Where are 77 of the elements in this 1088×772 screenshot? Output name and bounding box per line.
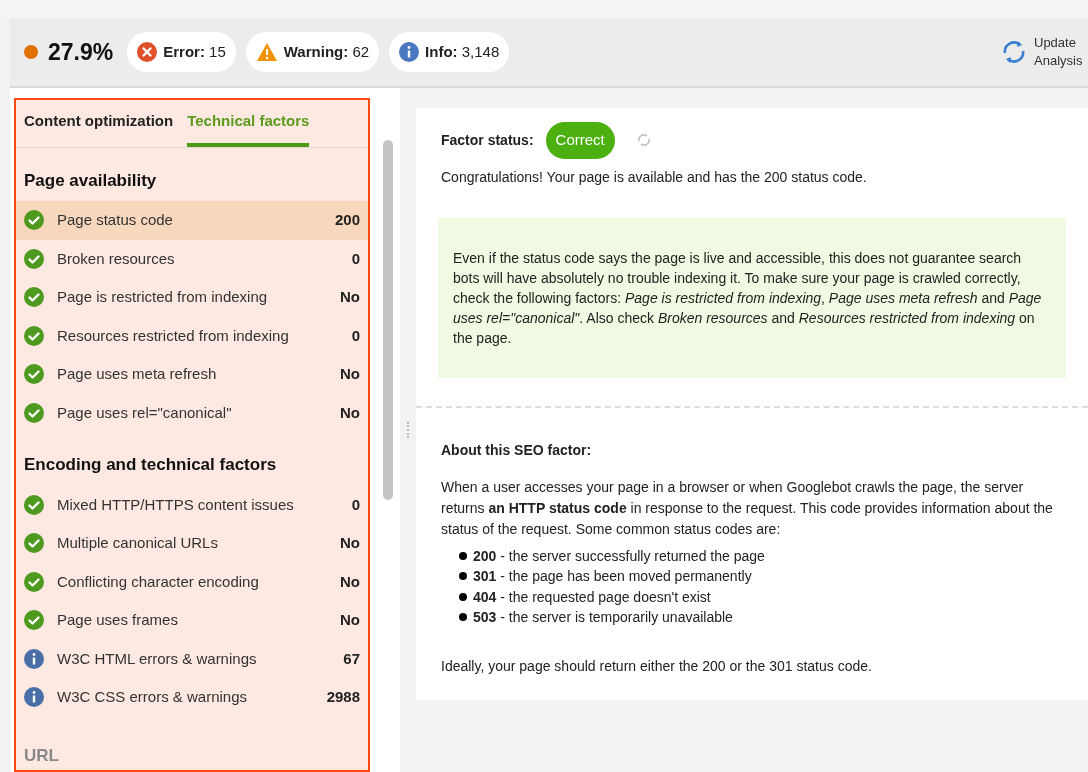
factor-label: Conflicting character encoding <box>57 571 260 592</box>
factor-value: 67 <box>343 648 360 669</box>
factor-row[interactable]: Conflicting character encoding No <box>16 562 368 601</box>
check-icon <box>24 494 44 515</box>
check-icon <box>24 402 44 423</box>
factor-value: No <box>340 533 360 553</box>
factor-label: W3C HTML errors & warnings <box>57 648 258 669</box>
issue-count-button[interactable]: Info: 3,148 <box>389 32 510 72</box>
status-code-item: 200 - the server successfully returned the page <box>473 546 765 566</box>
factor-value: No <box>340 364 360 384</box>
factor-row[interactable]: Page status code 200 <box>16 201 368 240</box>
issue-count-button[interactable]: Error: 15 <box>127 32 236 72</box>
bullet-icon <box>459 572 467 581</box>
factor-row[interactable]: Page uses frames No <box>16 601 368 640</box>
factor-value: No <box>340 287 360 307</box>
check-icon <box>24 610 44 631</box>
about-text: When a user accesses your page in a browser or when Googlebot crawls the page, the server returns an HTTP status code in response to the request. This code provides information about the status of the request. Some common status codes are: <box>441 477 1054 539</box>
check-icon <box>24 533 44 554</box>
factor-row[interactable]: Resources restricted from indexing 0 <box>16 316 368 355</box>
factor-status-label: Factor status: <box>441 130 534 150</box>
factor-label: Page uses rel="canonical" <box>57 402 233 423</box>
factor-row[interactable]: Multiple canonical URLs No <box>16 524 368 563</box>
error-icon <box>137 42 158 62</box>
check-icon <box>24 325 44 346</box>
factor-label: Page uses meta refresh <box>57 364 218 384</box>
update-analysis-button[interactable]: Update Analysis <box>1000 34 1088 70</box>
factor-label: Page uses frames <box>57 610 179 630</box>
section-heading: URL <box>23 744 60 767</box>
section-heading: Page availability <box>23 169 158 192</box>
resize-handle[interactable] <box>406 422 410 438</box>
factor-row[interactable]: W3C CSS errors & warnings 2988 <box>16 678 368 717</box>
about-heading: About this SEO factor: <box>441 440 593 460</box>
info-icon <box>399 42 420 62</box>
check-icon <box>24 364 44 385</box>
score-value: 27.9% <box>48 37 114 67</box>
section-heading: Encoding and technical factors <box>23 454 278 476</box>
factor-label: Resources restricted from indexing <box>57 325 290 346</box>
bullet-icon <box>459 551 467 560</box>
check-icon <box>24 210 44 231</box>
factor-label: Multiple canonical URLs <box>57 533 219 553</box>
factor-value: 2988 <box>326 687 360 707</box>
conclusion-text: Ideally, your page should return either the 200 or the 301 status code. <box>441 656 873 676</box>
factor-value: No <box>340 402 360 423</box>
status-badge: Correct <box>545 122 615 159</box>
factor-value: No <box>340 610 360 630</box>
factor-row[interactable]: Page uses meta refresh No <box>16 355 368 394</box>
tab[interactable]: Content optimization <box>24 100 174 147</box>
warning-icon <box>255 42 278 62</box>
factor-label: Mixed HTTP/HTTPS content issues <box>57 494 295 515</box>
factor-value: 0 <box>351 248 360 269</box>
factor-row[interactable]: Page uses rel="canonical" No <box>16 393 368 432</box>
info-icon <box>24 687 44 708</box>
status-summary: Congratulations! Your page is available and has the 200 status code. <box>441 167 868 187</box>
check-icon <box>24 287 44 308</box>
factor-value: No <box>340 571 360 592</box>
factor-row[interactable]: Page is restricted from indexing No <box>16 278 368 317</box>
factor-row[interactable]: W3C HTML errors & warnings 67 <box>16 639 368 678</box>
status-code-item: 503 - the server is temporarily unavailable <box>473 608 733 627</box>
factor-row[interactable]: Mixed HTTP/HTTPS content issues 0 <box>16 485 368 524</box>
factor-label: Page is restricted from indexing <box>57 287 269 307</box>
factor-value: 0 <box>351 325 360 346</box>
status-code-item: 301 - the page has been moved permanently <box>473 567 752 586</box>
note-text: Even if the status code says the page is live and accessible, this does not guarantee search bots will have absolutely no trouble indexing it. To make sure your page is crawled correctly, check the following factors: Page is restricted from indexing, Page uses meta refresh and Page uses rel="canonical". Also check Broken resources and Resources restricted from indexing on the page. <box>453 248 1043 348</box>
bullet-icon <box>459 613 467 622</box>
check-icon <box>24 571 44 592</box>
factor-row[interactable]: Broken resources 0 <box>16 239 368 278</box>
factor-value: 0 <box>351 494 360 515</box>
scrollbar[interactable] <box>383 140 393 500</box>
factor-label: W3C CSS errors & warnings <box>57 687 249 707</box>
factor-label: Broken resources <box>57 248 176 269</box>
bullet-icon <box>459 592 467 601</box>
status-code-item: 404 - the requested page doesn't exist <box>473 587 711 607</box>
factor-label: Page status code <box>57 210 174 230</box>
factor-value: 200 <box>334 210 360 230</box>
check-icon <box>24 248 44 269</box>
info-icon <box>24 648 44 669</box>
issue-count-button[interactable]: Warning: 62 <box>245 32 380 72</box>
